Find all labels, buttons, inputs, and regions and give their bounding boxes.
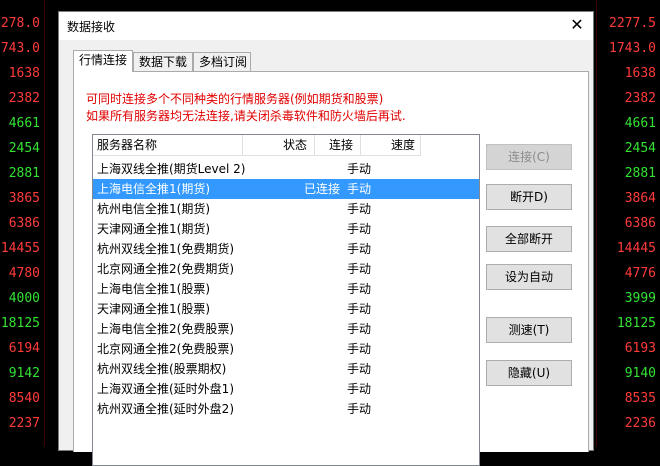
connection-mode: 手动 [346,342,371,356]
disconnect-all-button[interactable]: 全部断开 [486,226,572,252]
background-price-value: 14445 [616,241,656,256]
column-header-speed[interactable]: 速度 [361,135,421,156]
background-price-value: 1743.0 [609,41,656,56]
server-name: 天津网通全推1(期货) [97,222,210,236]
list-item[interactable]: 杭州双线全推1(免费期货) 手动 [93,239,479,259]
notice-line-2: 如果所有服务器均无法连接,请关闭杀毒软件和防火墙后再试. [86,109,406,123]
hide-button[interactable]: 隐藏(U) [486,360,572,386]
background-price-value: 18125 [616,316,656,331]
background-price-value: 3865 [8,191,40,206]
background-price-value: 2881 [8,166,40,181]
connect-button[interactable]: 连接(C) [486,144,572,170]
list-item[interactable]: 杭州双通全推(延时外盘2) 手动 [93,399,479,419]
server-name: 上海双线全推(期货Level 2) [97,162,246,176]
list-item[interactable]: 杭州双线全推(股票期权) 手动 [93,359,479,379]
connection-mode: 手动 [346,362,371,376]
list-item[interactable]: 上海电信全推1(股票) 手动 [93,279,479,299]
connection-mode: 手动 [346,322,371,336]
background-price-value: 6194 [8,341,40,356]
server-name: 杭州电信全推1(期货) [97,202,210,216]
connection-mode: 手动 [346,282,371,296]
background-price-value: 6386 [8,216,40,231]
server-name: 上海电信全推1(期货) [97,182,210,196]
connection-mode: 手动 [346,382,371,396]
background-price-value: 2382 [624,91,656,106]
list-item[interactable]: 天津网通全推1(股票) 手动 [93,299,479,319]
background-price-value: 9142 [8,366,40,381]
column-header-server-name[interactable]: 服务器名称 [93,135,243,156]
background-price-value: 6193 [624,341,656,356]
server-name: 杭州双线全推1(免费期货) [97,242,234,256]
background-price-value: 1743.0 [0,41,40,56]
connection-mode: 手动 [346,302,371,316]
server-name: 上海双通全推(延时外盘1) [97,382,234,396]
dialog-title: 数据接收 [67,20,116,34]
title-bar: 数据接收 ✕ [59,12,593,40]
background-price-value: 4661 [624,116,656,131]
connection-mode: 手动 [346,162,371,176]
connection-mode: 手动 [346,262,371,276]
list-item[interactable]: 杭州电信全推1(期货) 手动 [93,199,479,219]
tab-multi-level-subscription[interactable]: 多档订阅 [193,52,251,71]
background-price-value: 1638 [8,66,40,81]
column-header-connection[interactable]: 连接 [315,135,361,156]
list-item[interactable]: 上海电信全推1(期货) 已连接 手动 [93,179,479,199]
server-list[interactable]: 服务器名称 状态 连接 速度 上海双线全推(期货Level 2) 手动 上海电信全推… [92,134,480,466]
server-name: 北京网通全推2(免费股票) [97,342,234,356]
connection-mode: 手动 [346,242,371,256]
background-price-value: 4661 [8,116,40,131]
background-price-value: 2881 [624,166,656,181]
server-name: 杭州双线全推(股票期权) [97,362,227,376]
background-price-value: 9140 [624,366,656,381]
set-auto-button[interactable]: 设为自动 [486,264,572,290]
disconnect-button[interactable]: 断开D) [486,184,572,210]
list-item[interactable]: 北京网通全推2(免费期货) 手动 [93,259,479,279]
background-price-value: 2277.5 [609,16,656,31]
connection-mode: 手动 [346,222,371,236]
background-price-value: 6386 [624,216,656,231]
list-item[interactable]: 北京网通全推2(免费股票) 手动 [93,339,479,359]
list-item[interactable]: 上海电信全推2(免费股票) 手动 [93,319,479,339]
server-name: 北京网通全推2(免费期货) [97,262,234,276]
server-name: 上海电信全推1(股票) [97,282,210,296]
close-icon[interactable]: ✕ [569,15,585,34]
background-price-value: 2237 [8,416,40,431]
background-price-value: 2454 [624,141,656,156]
connection-mode: 手动 [346,202,371,216]
tab-panel: 可同时连接多个不同种类的行情服务器(例如期货和股票) 如果所有服务器均无法连接,… [73,71,589,466]
notice-line-1: 可同时连接多个不同种类的行情服务器(例如期货和股票) [86,92,384,106]
connection-mode: 手动 [346,182,371,196]
background-price-value: 2278.0 [0,16,40,31]
background-price-value: 8535 [624,391,656,406]
list-item[interactable]: 上海双通全推(延时外盘1) 手动 [93,379,479,399]
background-price-value: 4780 [8,266,40,281]
data-receive-dialog: 数据接收 ✕ 行情连接 数据下载 多档订阅 可同时连接多个不同种类的行情服务器(… [58,11,594,466]
column-header-status[interactable]: 状态 [243,135,315,156]
speed-test-button[interactable]: 测速(T) [486,317,572,343]
list-header: 服务器名称 状态 连接 速度 [93,135,479,157]
list-item[interactable]: 上海双线全推(期货Level 2) 手动 [93,159,479,179]
tab-data-download[interactable]: 数据下载 [133,52,193,71]
background-price-value: 4000 [8,291,40,306]
server-name: 天津网通全推1(股票) [97,302,210,316]
background-price-value: 3999 [624,291,656,306]
background-price-value: 2454 [8,141,40,156]
background-price-value: 8540 [8,391,40,406]
background-price-value: 1638 [624,66,656,81]
background-price-column-right: 2277.5 1743.0 1638 2382 4661 2454 2881 3864 6386… [596,0,660,446]
tab-market-connection[interactable]: 行情连接 [73,50,133,72]
background-price-value: 2236 [624,416,656,431]
background-price-value: 2382 [8,91,40,106]
background-divider [44,0,45,446]
background-price-column-left: 2278.0 1743.0 1638 2382 4661 2454 2881 3865 6386… [0,0,44,446]
connection-mode: 手动 [346,402,371,416]
server-name: 杭州双通全推(延时外盘2) [97,402,234,416]
server-name: 上海电信全推2(免费股票) [97,322,234,336]
background-price-value: 3864 [624,191,656,206]
background-price-value: 14455 [0,241,40,256]
background-price-value: 18125 [0,316,40,331]
background-price-value: 4776 [624,266,656,281]
list-item[interactable]: 天津网通全推1(期货) 手动 [93,219,479,239]
